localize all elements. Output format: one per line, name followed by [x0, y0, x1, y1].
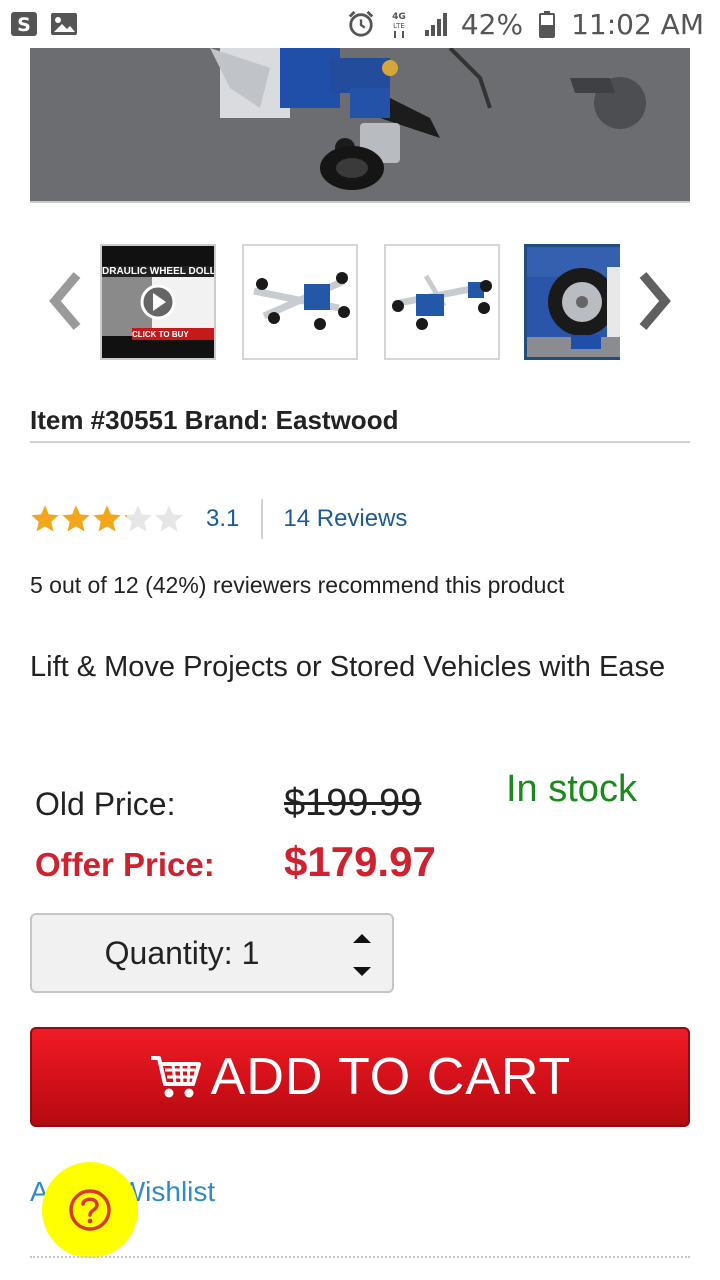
question-circle-icon	[69, 1189, 111, 1231]
thumbnail-image-3[interactable]	[384, 244, 500, 360]
add-to-cart-button[interactable]: ADD TO CART	[30, 1027, 690, 1127]
gallery-icon	[50, 10, 78, 38]
star-empty-icon	[155, 505, 183, 532]
svg-text:4G: 4G	[392, 12, 406, 22]
item-number-brand: Item #30551 Brand: Eastwood	[30, 405, 690, 443]
battery-percent: 42%	[460, 7, 524, 41]
select-arrows-icon	[353, 934, 371, 976]
4g-lte-icon: 4G LTE	[385, 10, 413, 38]
rating-divider	[261, 499, 264, 539]
offer-price-value: $179.97	[284, 838, 436, 885]
thumbnail-image-4-selected[interactable]	[524, 244, 620, 360]
battery-icon	[533, 10, 561, 38]
alarm-icon	[347, 10, 375, 38]
svg-text:S: S	[17, 14, 31, 36]
thumbnail-video[interactable]: DRAULIC WHEEL DOLL CLICK TO BUY	[100, 244, 216, 360]
svg-text:LTE: LTE	[393, 22, 405, 30]
s-app-icon: S	[10, 10, 38, 38]
bottom-divider	[30, 1256, 690, 1258]
video-thumbnail-button: CLICK TO BUY	[132, 330, 189, 339]
star-half-icon	[124, 505, 152, 532]
chevron-right-icon[interactable]	[630, 266, 680, 336]
status-bar: S 4G LTE 42% 11:02 AM	[0, 0, 720, 48]
add-to-cart-label: ADD TO CART	[210, 1048, 572, 1106]
rating-value: 3.1	[206, 505, 240, 532]
chevron-left-icon[interactable]	[40, 266, 90, 336]
star-rating[interactable]	[30, 504, 184, 534]
old-price-value: $199.99	[284, 782, 422, 824]
product-tagline: Lift & Move Projects or Stored Vehicles …	[30, 651, 666, 683]
stock-status: In stock	[506, 768, 637, 810]
star-icon	[31, 505, 59, 532]
signal-icon	[423, 10, 451, 38]
shopping-cart-icon	[150, 1056, 201, 1098]
quantity-select[interactable]: Quantity: 1	[30, 913, 394, 993]
main-product-image[interactable]	[30, 48, 690, 203]
thumbnail-carousel: DRAULIC WHEEL DOLL CLICK TO BUY	[30, 240, 690, 362]
clock: 11:02 AM	[571, 7, 704, 41]
star-icon	[93, 505, 121, 532]
help-button[interactable]	[42, 1162, 138, 1258]
reviews-link[interactable]: 14 Reviews	[283, 505, 407, 533]
old-price-label: Old Price:	[35, 786, 176, 822]
recommend-summary: 5 out of 12 (42%) reviewers recommend th…	[30, 572, 565, 598]
quantity-label: Quantity: 1	[104, 935, 260, 971]
video-thumbnail-title: DRAULIC WHEEL DOLL	[102, 266, 214, 277]
rating-row: 3.1 14 Reviews	[30, 498, 407, 540]
offer-price-label: Offer Price:	[35, 846, 215, 883]
star-icon	[62, 505, 90, 532]
thumbnail-image-2[interactable]	[242, 244, 358, 360]
